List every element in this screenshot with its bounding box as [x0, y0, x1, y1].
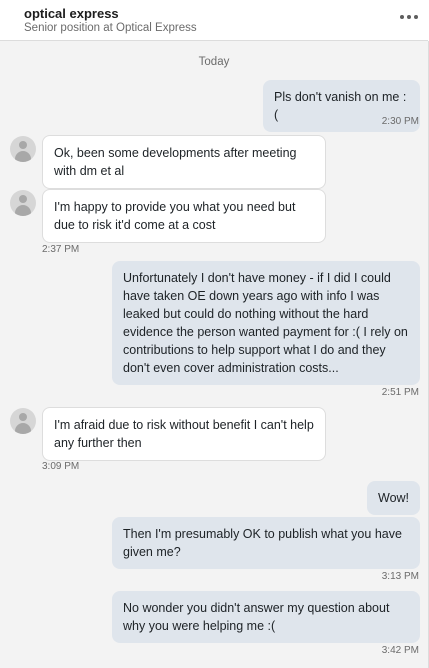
message-timestamp: 2:30 PM — [381, 116, 419, 127]
message-bubble-incoming: Ok, been some developments after meeting… — [42, 135, 326, 189]
contact-headline: Senior position at Optical Express — [24, 22, 197, 34]
message-bubble-outgoing: Then I'm presumably OK to publish what y… — [112, 517, 420, 569]
message-timestamp: 2:51 PM — [381, 387, 419, 398]
message-bubble-outgoing: Wow! — [367, 481, 420, 515]
message-thread[interactable]: Today Pls don't vanish on me :( 2:30 PM … — [0, 41, 429, 668]
message-timestamp: 3:42 PM — [381, 645, 419, 656]
date-divider: Today — [198, 56, 230, 68]
conversation-header: optical express Senior position at Optic… — [0, 0, 428, 41]
message-timestamp: 3:13 PM — [381, 571, 419, 582]
message-text: I'm happy to provide you what you need b… — [54, 200, 296, 232]
message-text: Wow! — [378, 491, 410, 505]
more-options-icon[interactable] — [398, 8, 420, 26]
contact-name[interactable]: optical express — [24, 6, 119, 21]
message-text: I'm afraid due to risk without benefit I… — [54, 418, 314, 450]
message-timestamp: 2:37 PM — [42, 244, 80, 255]
contact-avatar[interactable] — [10, 408, 36, 434]
message-bubble-incoming: I'm afraid due to risk without benefit I… — [42, 407, 326, 461]
contact-avatar[interactable] — [10, 136, 36, 162]
message-text: Ok, been some developments after meeting… — [54, 146, 297, 178]
message-bubble-outgoing: No wonder you didn't answer my question … — [112, 591, 420, 643]
message-text: Then I'm presumably OK to publish what y… — [123, 527, 402, 559]
message-bubble-incoming: I'm happy to provide you what you need b… — [42, 189, 326, 243]
message-text: No wonder you didn't answer my question … — [123, 601, 390, 633]
message-bubble-outgoing: Unfortunately I don't have money - if I … — [112, 261, 420, 385]
contact-avatar[interactable] — [10, 190, 36, 216]
message-timestamp: 3:09 PM — [42, 461, 80, 472]
message-text: Unfortunately I don't have money - if I … — [123, 271, 408, 375]
